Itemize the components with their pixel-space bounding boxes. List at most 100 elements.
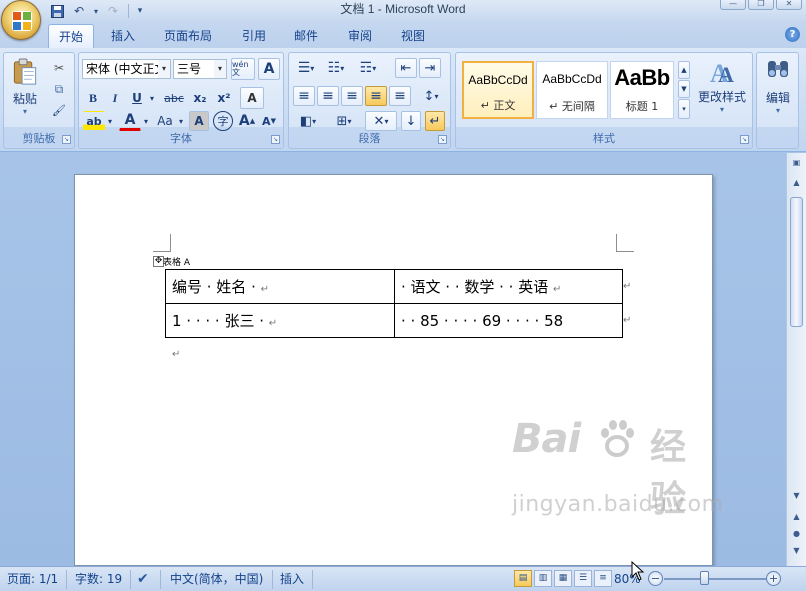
customize-qat-icon[interactable]: ▾	[135, 3, 145, 19]
change-case-dropdown-icon[interactable]: ▾	[176, 111, 186, 131]
strikethrough-button[interactable]: abc	[161, 88, 187, 108]
style-normal[interactable]: AaBbCcDd ↵ 正文	[462, 61, 534, 119]
superscript-button[interactable]: x²	[213, 88, 235, 108]
phonetic-guide-button[interactable]: wén 文	[231, 58, 255, 80]
align-left-button[interactable]: ≡	[293, 86, 315, 106]
minimize-button[interactable]: —	[720, 0, 746, 10]
line-spacing-button[interactable]: ↕ ▾	[416, 86, 446, 106]
distribute-button[interactable]: ≡	[389, 86, 411, 106]
styles-more-icon[interactable]: ▾	[678, 99, 690, 119]
document-table[interactable]: 编号 · 姓名 · ↵ · 语文 · · 数学 · · 英语 ↵ 1 · · ·…	[165, 269, 623, 338]
styles-launcher-icon[interactable]: ↘	[740, 135, 749, 144]
full-screen-reading-icon[interactable]: ▥	[534, 570, 552, 587]
cut-icon[interactable]: ✂	[49, 59, 69, 77]
tab-references[interactable]: 引用	[232, 24, 276, 48]
grow-font-button[interactable]: A ▲	[237, 111, 257, 131]
style-heading-1[interactable]: AaBb 标题 1	[610, 61, 674, 119]
justify-button[interactable]: ≡	[365, 86, 387, 106]
font-size-combo[interactable]: 三号 ▾	[173, 59, 227, 79]
help-icon[interactable]: ?	[785, 27, 800, 42]
change-case-button[interactable]: Aa	[153, 111, 177, 131]
paragraph-launcher-icon[interactable]: ↘	[438, 135, 447, 144]
increase-indent-button[interactable]: ⇥	[419, 58, 441, 78]
shrink-font-button[interactable]: A ▼	[259, 111, 279, 131]
subscript-button[interactable]: x₂	[189, 88, 211, 108]
scroll-down-icon[interactable]: ▼	[789, 488, 804, 503]
font-color-button[interactable]: A	[119, 111, 141, 131]
table-cell[interactable]: 1 · · · · 张三 · ↵	[165, 303, 395, 338]
table-cell[interactable]: · · 85 · · · · 69 · · · · 58	[394, 303, 623, 338]
font-name-dropdown-icon[interactable]: ▾	[158, 60, 170, 78]
char-border-button[interactable]: A	[258, 58, 280, 80]
table-cell[interactable]: 编号 · 姓名 · ↵	[165, 269, 395, 304]
tab-home[interactable]: 开始	[48, 24, 95, 48]
outline-view-icon[interactable]: ☰	[574, 570, 592, 587]
tab-mailings[interactable]: 邮件	[284, 24, 328, 48]
document-area[interactable]: ✥ 表格 A 编号 · 姓名 · ↵ · 语文 · · 数学 · · 英语 ↵ …	[0, 153, 786, 566]
editing-button[interactable]: 编辑 ▾	[760, 56, 796, 126]
browse-object-icon[interactable]: ●	[789, 526, 804, 541]
print-layout-icon[interactable]: ▤	[514, 570, 532, 587]
font-name-combo[interactable]: 宋体 (中文正文 ▾	[82, 59, 171, 79]
style-no-spacing[interactable]: AaBbCcDd ↵ 无间隔	[536, 61, 608, 119]
font-size-dropdown-icon[interactable]: ▾	[214, 60, 226, 78]
office-button[interactable]	[1, 0, 41, 40]
tab-insert[interactable]: 插入	[101, 24, 145, 48]
multilevel-list-button[interactable]: ☶ ▾	[353, 58, 383, 78]
zoom-slider-thumb[interactable]	[700, 571, 709, 585]
table-cell[interactable]: · 语文 · · 数学 · · 英语 ↵	[394, 269, 623, 304]
styles-scroll-up-icon[interactable]: ▲	[678, 61, 690, 79]
close-button[interactable]: ✕	[776, 0, 802, 10]
bullets-button[interactable]: ☰ ▾	[293, 58, 319, 78]
ruler-toggle-icon[interactable]: ▣	[789, 155, 804, 170]
paste-button[interactable]: 粘贴 ▾	[8, 57, 42, 117]
numbering-button[interactable]: ☷ ▾	[323, 58, 349, 78]
center-button[interactable]: ≡	[317, 86, 339, 106]
change-styles-button[interactable]: A A 更改样式 ▾	[694, 57, 750, 121]
web-layout-icon[interactable]: ▦	[554, 570, 572, 587]
char-shading-button[interactable]: A	[189, 111, 209, 131]
clear-format-button[interactable]: A	[240, 87, 264, 109]
previous-page-icon[interactable]: ▲	[789, 509, 804, 524]
styles-scroll-down-icon[interactable]: ▼	[678, 80, 690, 98]
font-launcher-icon[interactable]: ↘	[271, 135, 280, 144]
draft-view-icon[interactable]: ≡	[594, 570, 612, 587]
tab-view[interactable]: 视图	[391, 24, 435, 48]
next-page-icon[interactable]: ▼	[789, 543, 804, 558]
word-count[interactable]: 字数: 19	[75, 571, 122, 588]
shading-button[interactable]: ◧ ▾	[293, 111, 323, 131]
underline-button[interactable]: U	[127, 88, 147, 108]
show-marks-button[interactable]: ↵	[425, 111, 445, 131]
zoom-out-icon[interactable]: −	[648, 571, 663, 586]
undo-icon[interactable]: ↶	[70, 3, 88, 19]
proofing-icon[interactable]: ✔	[137, 571, 149, 588]
scroll-up-icon[interactable]: ▲	[789, 175, 804, 190]
italic-button[interactable]: I	[105, 88, 125, 108]
decrease-indent-button[interactable]: ⇤	[395, 58, 417, 78]
zoom-in-icon[interactable]: +	[766, 571, 781, 586]
copy-icon[interactable]: ⧉	[49, 80, 69, 98]
bold-button[interactable]: B	[83, 88, 103, 108]
restore-button[interactable]: ❐	[748, 0, 774, 10]
zoom-slider-track[interactable]	[664, 578, 768, 580]
insert-mode-indicator[interactable]: 插入	[280, 571, 304, 588]
align-right-button[interactable]: ≡	[341, 86, 363, 106]
redo-icon[interactable]: ↷	[104, 3, 122, 19]
clipboard-launcher-icon[interactable]: ↘	[62, 135, 71, 144]
borders-button[interactable]: ⊞ ▾	[329, 111, 359, 131]
enclose-char-button[interactable]: 字	[213, 111, 233, 131]
vertical-scrollbar[interactable]: ▣ ▲ ▼ ▲ ● ▼	[786, 153, 806, 566]
page-indicator[interactable]: 页面: 1/1	[7, 571, 58, 588]
format-painter-icon[interactable]: 🖌	[49, 101, 69, 119]
highlight-dropdown-icon[interactable]: ▾	[105, 111, 115, 131]
tab-review[interactable]: 审阅	[338, 24, 382, 48]
asian-layout-button[interactable]: ✕ ▾	[365, 111, 397, 131]
sort-button[interactable]: ↓	[401, 111, 421, 131]
scroll-thumb[interactable]	[790, 197, 803, 327]
undo-dropdown-icon[interactable]: ▾	[92, 3, 100, 19]
save-icon[interactable]	[48, 3, 66, 19]
highlight-button[interactable]: ab	[83, 111, 105, 131]
language-indicator[interactable]: 中文(简体，中国)	[170, 571, 263, 588]
tab-page-layout[interactable]: 页面布局	[154, 24, 222, 48]
underline-dropdown-icon[interactable]: ▾	[147, 88, 157, 108]
